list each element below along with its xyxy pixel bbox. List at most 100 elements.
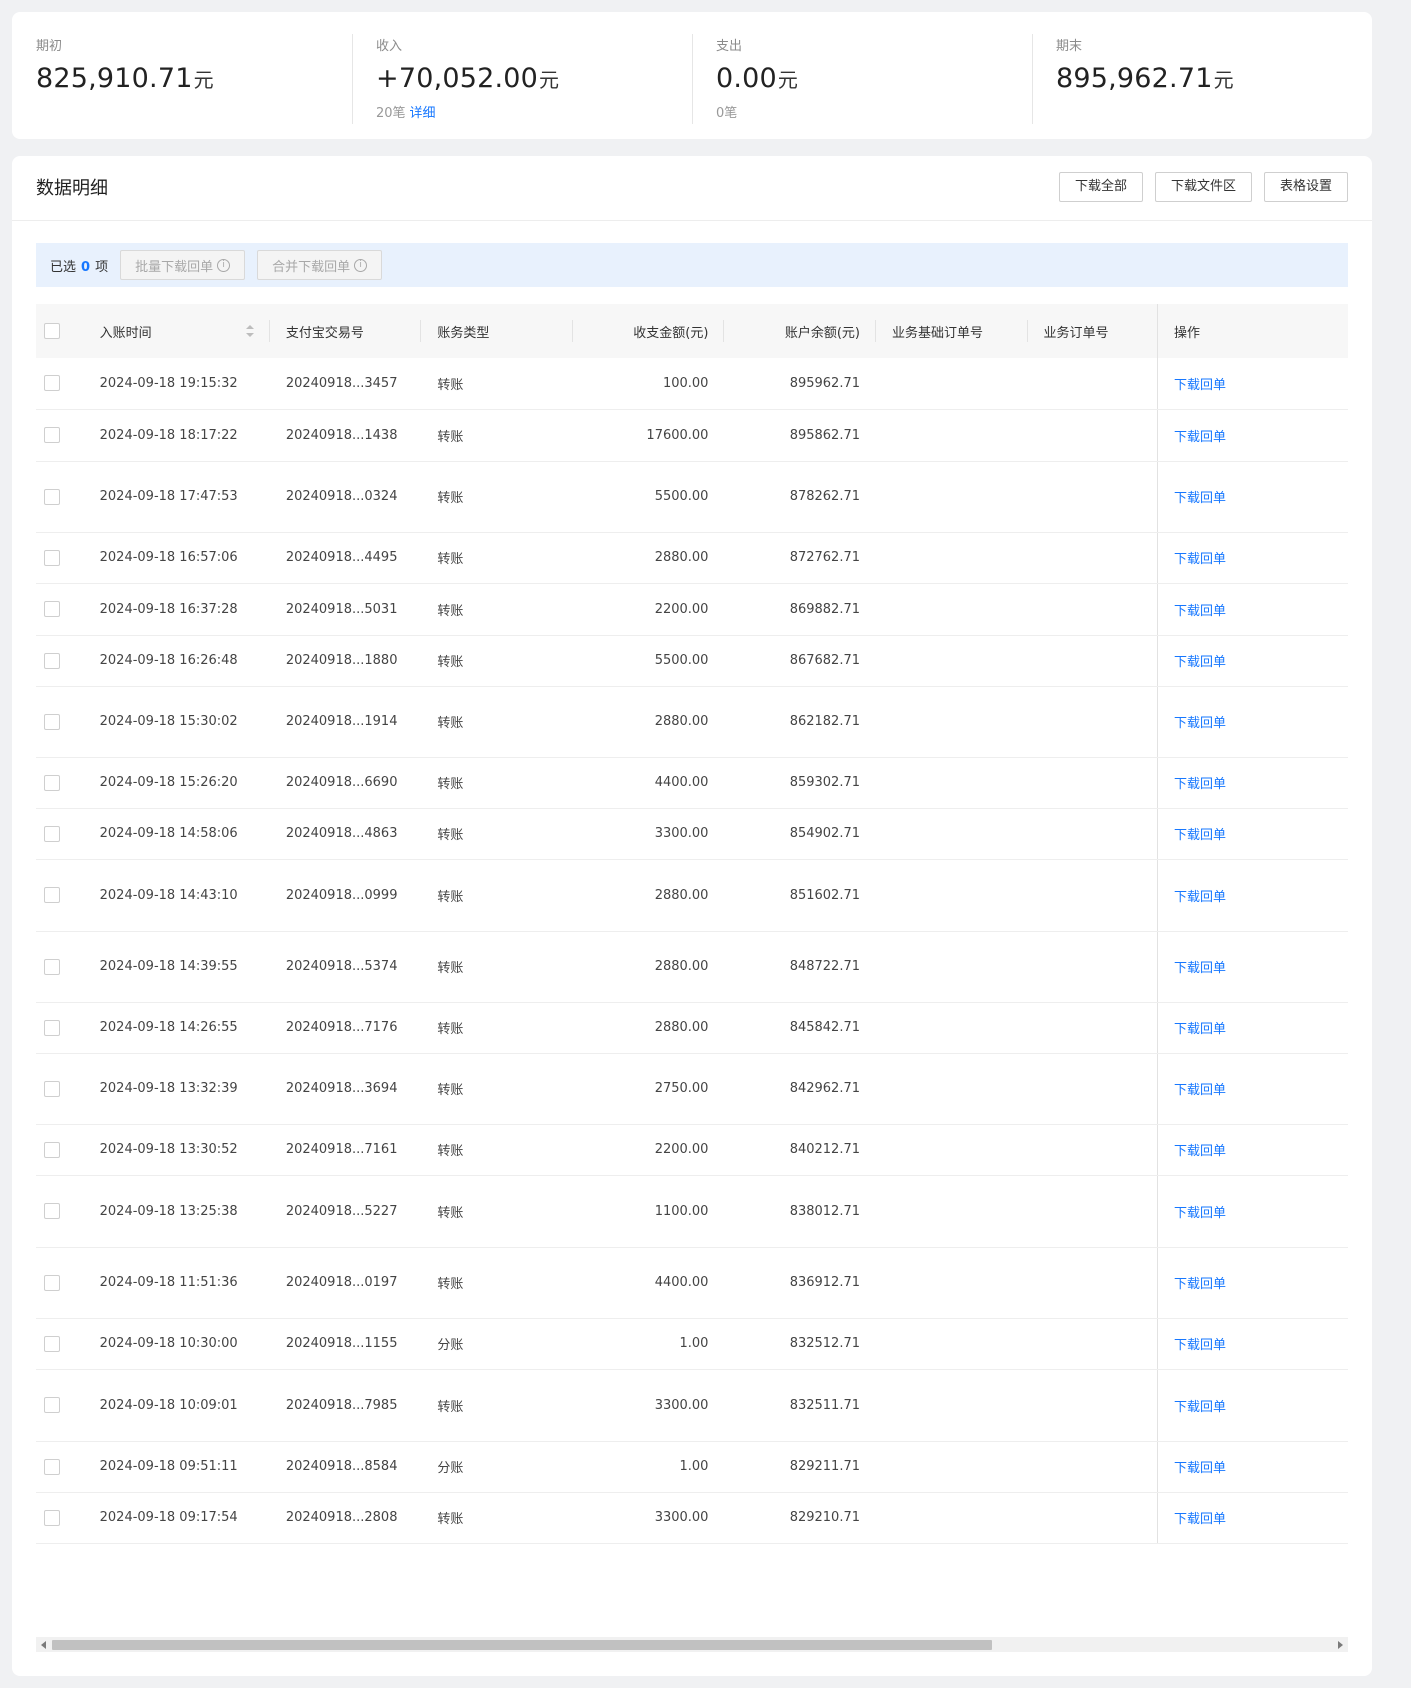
row-checkbox[interactable]	[44, 601, 60, 617]
row-checkbox-cell	[36, 461, 84, 533]
download-receipt-link[interactable]: 下载回单	[1174, 890, 1226, 905]
cell-action: 下载回单	[1156, 931, 1348, 1003]
download-receipt-link[interactable]: 下载回单	[1174, 828, 1226, 843]
table-settings-button[interactable]: 表格设置	[1263, 172, 1348, 202]
download-receipt-link[interactable]: 下载回单	[1174, 1144, 1226, 1159]
detail-link[interactable]: 详细	[410, 106, 436, 121]
row-checkbox[interactable]	[44, 713, 60, 730]
cell-order	[1027, 757, 1158, 809]
scroll-left-icon[interactable]	[41, 1641, 46, 1649]
row-checkbox-cell	[36, 931, 84, 1003]
download-receipt-link[interactable]: 下载回单	[1174, 378, 1226, 393]
table-row: 2024-09-18 09:51:11 20240918...8584 分账 1.00…	[36, 1441, 1348, 1493]
download-receipt-link[interactable]: 下载回单	[1174, 1083, 1226, 1098]
cell-type: 转账	[421, 1175, 573, 1248]
cell-type: 转账	[421, 931, 573, 1003]
sort-icon[interactable]	[245, 325, 254, 337]
cell-order	[1027, 1053, 1158, 1125]
scrollbar-thumb[interactable]	[52, 1640, 992, 1650]
merge-download-button[interactable]: 合并下载回单 i	[257, 250, 383, 280]
row-checkbox[interactable]	[44, 652, 60, 669]
cell-type: 转账	[421, 1492, 573, 1544]
row-checkbox[interactable]	[44, 1397, 60, 1413]
row-checkbox[interactable]	[44, 488, 60, 505]
row-checkbox[interactable]	[44, 1335, 60, 1352]
cell-order	[1027, 686, 1158, 758]
download-receipt-link[interactable]: 下载回单	[1174, 961, 1226, 976]
cell-time: 2024-09-18 19:15:32	[83, 358, 270, 410]
download-receipt-link[interactable]: 下载回单	[1174, 1512, 1226, 1527]
select-all-checkbox[interactable]	[44, 323, 60, 339]
cell-amount: 3300.00	[572, 808, 725, 860]
row-checkbox[interactable]	[44, 958, 60, 975]
download-receipt-link[interactable]: 下载回单	[1174, 604, 1226, 619]
download-receipt-link[interactable]: 下载回单	[1174, 716, 1226, 731]
download-all-button[interactable]: 下载全部	[1058, 172, 1143, 202]
cell-base-order	[876, 583, 1028, 636]
batch-download-button[interactable]: 批量下载回单 i	[120, 250, 246, 280]
table-row: 2024-09-18 10:30:00 20240918...1155 分账 1.00…	[36, 1318, 1348, 1370]
download-receipt-link[interactable]: 下载回单	[1174, 1338, 1226, 1353]
panel-header: 数据明细 下载全部 下载文件区 表格设置	[12, 156, 1372, 221]
selection-count: 0	[81, 259, 91, 275]
row-checkbox[interactable]	[44, 427, 60, 443]
download-receipt-link[interactable]: 下载回单	[1174, 1400, 1226, 1415]
cell-action: 下载回单	[1156, 859, 1348, 932]
column-header-amount: 收支金额(元)	[572, 304, 725, 358]
download-receipt-link[interactable]: 下载回单	[1174, 1461, 1226, 1476]
cell-balance: 838012.71	[724, 1175, 876, 1248]
cell-type: 分账	[421, 1318, 573, 1370]
row-checkbox[interactable]	[44, 1458, 60, 1475]
cell-order	[1027, 1124, 1158, 1176]
row-checkbox[interactable]	[44, 1019, 60, 1036]
horizontal-scrollbar[interactable]	[36, 1637, 1348, 1652]
download-receipt-link[interactable]: 下载回单	[1174, 1022, 1226, 1037]
summary-bar: 期初 825,910.71元 收入 +70,052.00元 20笔 详细 支出 0…	[12, 12, 1372, 139]
cell-time: 2024-09-18 13:30:52	[83, 1124, 270, 1176]
cell-amount: 2200.00	[572, 1124, 725, 1176]
download-receipt-link[interactable]: 下载回单	[1174, 430, 1226, 445]
download-area-button[interactable]: 下载文件区	[1154, 172, 1252, 202]
row-checkbox[interactable]	[44, 1080, 60, 1097]
cell-txn: 20240918...3457	[269, 358, 422, 410]
cell-balance: 862182.71	[724, 686, 876, 758]
row-checkbox[interactable]	[44, 825, 60, 842]
cell-action: 下载回单	[1156, 461, 1348, 533]
selection-bar: 已选 0 项 批量下载回单 i 合并下载回单 i	[36, 243, 1348, 287]
row-checkbox-cell	[36, 358, 84, 410]
cell-amount: 2880.00	[572, 686, 725, 758]
download-receipt-link[interactable]: 下载回单	[1174, 491, 1226, 506]
row-checkbox[interactable]	[44, 774, 60, 791]
cell-time: 2024-09-18 14:43:10	[83, 859, 270, 932]
cell-base-order	[876, 1318, 1028, 1370]
cell-amount: 1.00	[572, 1441, 725, 1493]
download-receipt-link[interactable]: 下载回单	[1174, 1277, 1226, 1292]
cell-base-order	[876, 1369, 1028, 1442]
cell-order	[1027, 1002, 1158, 1054]
row-checkbox[interactable]	[44, 1509, 60, 1526]
batch-download-label: 批量下载回单	[135, 259, 214, 275]
row-checkbox[interactable]	[44, 549, 60, 566]
row-checkbox[interactable]	[44, 1203, 60, 1219]
cell-balance: 872762.71	[724, 532, 876, 584]
cell-amount: 17600.00	[572, 409, 725, 462]
scroll-right-icon[interactable]	[1338, 1641, 1343, 1649]
download-receipt-link[interactable]: 下载回单	[1174, 655, 1226, 670]
column-header-order: 业务订单号	[1027, 304, 1158, 358]
stat-unit: 元	[1213, 68, 1234, 92]
row-checkbox[interactable]	[44, 887, 60, 903]
cell-type: 转账	[421, 1369, 573, 1442]
row-checkbox[interactable]	[44, 1274, 60, 1291]
row-checkbox[interactable]	[44, 375, 60, 392]
download-receipt-link[interactable]: 下载回单	[1174, 1206, 1226, 1221]
row-checkbox[interactable]	[44, 1141, 60, 1158]
cell-base-order	[876, 461, 1028, 533]
download-receipt-link[interactable]: 下载回单	[1174, 777, 1226, 792]
download-receipt-link[interactable]: 下载回单	[1174, 552, 1226, 567]
cell-txn: 20240918...7161	[269, 1124, 422, 1176]
cell-balance: 851602.71	[724, 859, 876, 932]
data-detail-panel: 数据明细 下载全部 下载文件区 表格设置 已选 0 项 批量下载回单 i 合并下载回单…	[12, 156, 1372, 1676]
cell-amount: 3300.00	[572, 1369, 725, 1442]
column-header-time[interactable]: 入账时间	[83, 304, 271, 358]
merge-download-label: 合并下载回单	[272, 259, 351, 275]
